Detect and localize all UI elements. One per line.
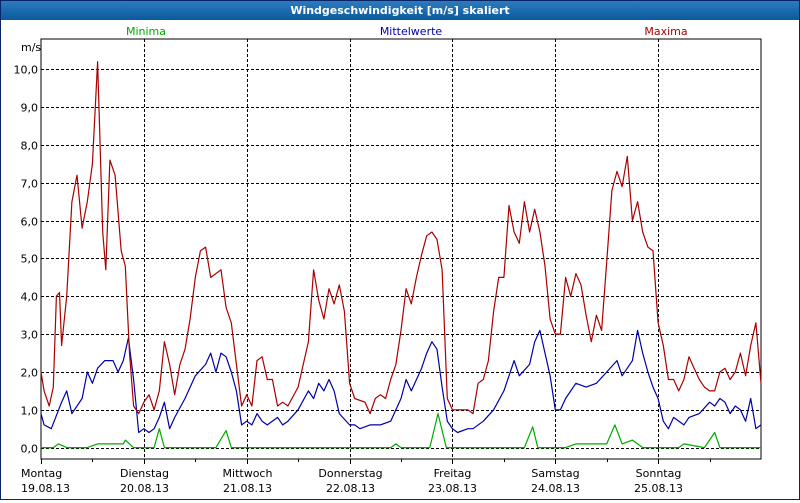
legend-entry: Mittelwerte [380, 25, 443, 38]
y-tick-label: 9,0 [21, 102, 39, 115]
x-tick-date: 20.08.13 [120, 482, 169, 495]
legend-entry: Minima [126, 25, 166, 38]
x-tick-day: Freitag [434, 467, 472, 480]
chart-window: Windgeschwindigkeit [m/s] skaliert 0,0 1,… [0, 0, 800, 500]
y-tick-label: 4,0 [21, 291, 39, 304]
window-title: Windgeschwindigkeit [m/s] skaliert [1, 1, 799, 20]
y-tick-label: 8,0 [21, 140, 39, 153]
y-tick-label: 0,0 [21, 443, 39, 456]
x-tick-date: 22.08.13 [326, 482, 375, 495]
x-tick-day: Mittwoch [223, 467, 273, 480]
x-tick-day: Dienstag [120, 467, 169, 480]
x-tick-date: 23.08.13 [428, 482, 477, 495]
y-tick-label: 7,0 [21, 178, 39, 191]
y-tick-label: 10,0 [14, 64, 39, 77]
x-tick-day: Donnerstag [318, 467, 382, 480]
y-tick-label: 3,0 [21, 329, 39, 342]
x-tick-date: 24.08.13 [531, 482, 580, 495]
x-tick-day: Sonntag [636, 467, 682, 480]
legend-entry: Maxima [644, 25, 687, 38]
line-chart: 0,0 1,0 2,0 3,0 4,0 5,0 6,0 7,0 8,0 9,0 10,0 m/s Mon… [14, 25, 762, 495]
x-tick-day: Montag [21, 467, 62, 480]
x-tick-date: 19.08.13 [21, 482, 70, 495]
x-tick-date: 25.08.13 [634, 482, 683, 495]
y-tick-label: 2,0 [21, 367, 39, 380]
y-axis-label: m/s [21, 41, 41, 54]
x-tick-date: 21.08.13 [223, 482, 272, 495]
y-tick-label: 6,0 [21, 216, 39, 229]
y-tick-label: 1,0 [21, 405, 39, 418]
x-tick-day: Samstag [531, 467, 579, 480]
y-tick-label: 5,0 [21, 253, 39, 266]
chart-area: 0,0 1,0 2,0 3,0 4,0 5,0 6,0 7,0 8,0 9,0 10,0 m/s Mon… [1, 21, 799, 499]
